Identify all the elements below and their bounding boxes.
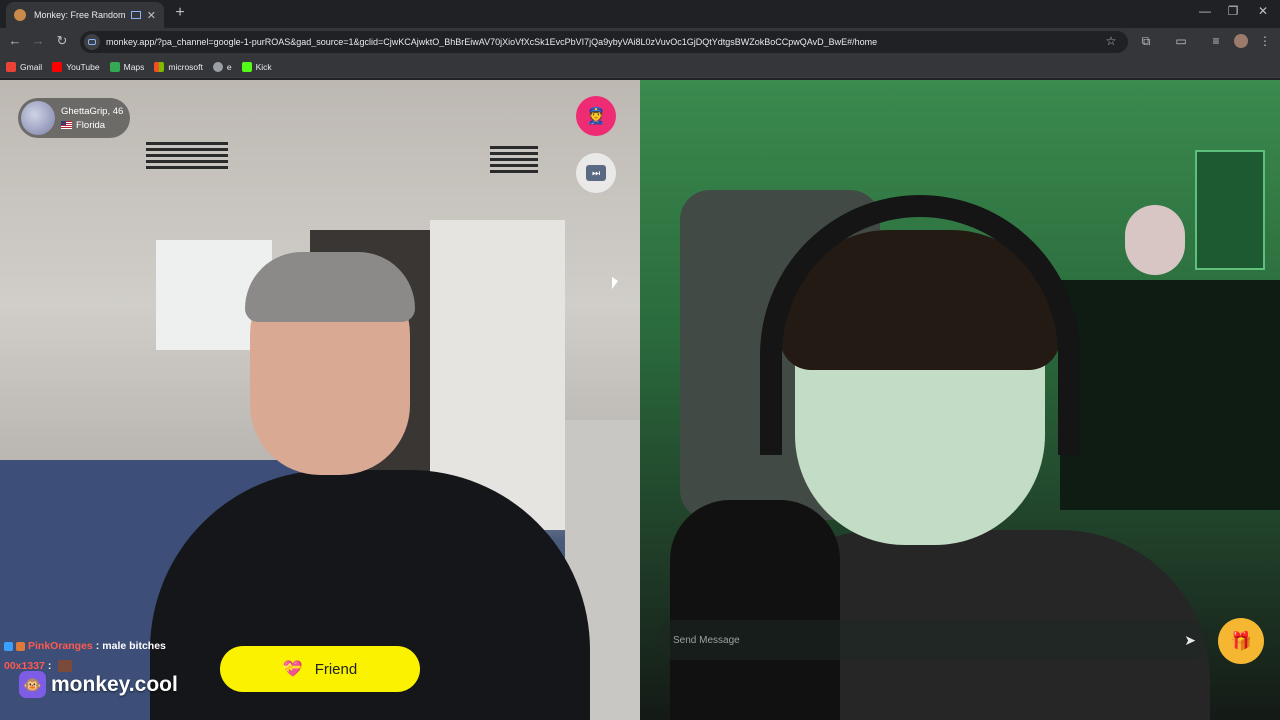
report-button[interactable]: 👮 [576,96,616,136]
chat-separator: : [95,640,100,652]
pig-plush [1125,205,1185,275]
skip-button[interactable]: ⏭ [576,153,616,193]
profile-avatar[interactable] [1234,34,1248,48]
bookmark-star-icon[interactable]: ☆ [1103,34,1119,48]
brand-text: monkey.cool [51,672,178,696]
globe-icon [212,61,223,72]
browser-tabstrip: Monkey: Free Random Vide ✕ + — ❐ ✕ [0,0,1280,28]
partner-info-card[interactable]: GhettaGrip, 46 Florida [18,98,130,138]
bookmark-gmail[interactable]: Gmail [6,61,42,72]
bookmark-e[interactable]: e [212,61,232,72]
new-tab-button[interactable]: + [170,4,190,22]
message-bar[interactable]: ➤ [655,620,1210,660]
us-flag-icon [61,121,72,129]
partner-hair [245,252,415,322]
media-playing-icon[interactable] [130,11,141,19]
brand-watermark: 🐵 monkey.cool [19,671,178,698]
slot-machine [1195,150,1265,270]
kick-icon [241,61,252,72]
partner-avatar[interactable] [21,101,55,135]
partner-location-text: Florida [76,119,106,131]
gmail-icon [6,61,16,72]
microsoft-icon [154,61,165,72]
monkey-logo-icon: 🐵 [19,671,46,698]
vent-right [490,146,538,174]
menu-dots-icon[interactable]: ⋮ [1257,34,1273,48]
gift-icon: 🎁 [1229,630,1253,651]
chat-text: male bitches [102,640,166,652]
friend-button[interactable]: 💝 Friend [220,646,420,692]
chat-username[interactable]: PinkOranges [28,640,93,652]
bookmarks-bar: Gmail YouTube Maps microsoft e Kick [0,56,1280,78]
message-input[interactable] [673,634,1185,646]
partner-details: GhettaGrip, 46 Florida [61,106,123,131]
mouse-cursor [612,277,618,289]
reload-icon[interactable]: ↻ [53,33,71,49]
tab-title: Monkey: Free Random Vide [34,10,125,20]
send-icon[interactable]: ➤ [1184,632,1196,649]
back-icon[interactable]: ← [6,33,24,48]
media-control-icon[interactable]: ≡ [1208,34,1224,48]
site-info-icon[interactable] [84,34,100,50]
dresser [1060,280,1280,510]
youtube-icon [52,61,63,72]
maps-icon [109,61,120,72]
tab-close-icon[interactable]: ✕ [147,9,156,22]
partner-name: GhettaGrip, 46 [61,105,124,117]
bookmark-maps[interactable]: Maps [109,61,144,72]
cube-icon [4,641,13,651]
vent-left [146,142,228,170]
minimize-button[interactable]: — [1190,4,1220,18]
close-window-button[interactable]: ✕ [1248,4,1278,18]
tab-monkey[interactable]: Monkey: Free Random Vide ✕ [6,2,164,28]
address-bar[interactable]: monkey.app/?pa_channel=google-1-purROAS&… [80,31,1128,53]
cat-icon [16,641,25,651]
microphone [670,500,840,720]
chat-message: PinkOranges : male bitches [4,640,166,652]
browser-toolbar: ← → ↻ monkey.app/?pa_channel=google-1-pu… [0,28,1280,56]
extensions-icon[interactable]: ⧉ [1138,34,1154,49]
bookmark-microsoft[interactable]: microsoft [154,61,203,72]
heart-icon: 💝 [282,661,303,678]
police-officer-icon: 👮 [586,108,606,125]
cast-icon[interactable]: ▭ [1173,34,1189,48]
gift-button[interactable]: 🎁 [1218,618,1264,664]
monkey-favicon-icon [14,9,26,21]
bookmark-kick[interactable]: Kick [241,61,272,72]
bookmark-youtube[interactable]: YouTube [52,61,100,72]
partner-location: Florida [61,120,123,131]
restore-button[interactable]: ❐ [1218,4,1248,18]
skip-next-icon: ⏭ [586,165,606,181]
partner-video: GhettaGrip, 46 Florida 👮 ⏭ PinkOranges :… [0,80,640,720]
friend-label: Friend [314,660,358,678]
forward-icon[interactable]: → [29,33,47,48]
url-text[interactable]: monkey.app/?pa_channel=google-1-purROAS&… [106,37,877,47]
